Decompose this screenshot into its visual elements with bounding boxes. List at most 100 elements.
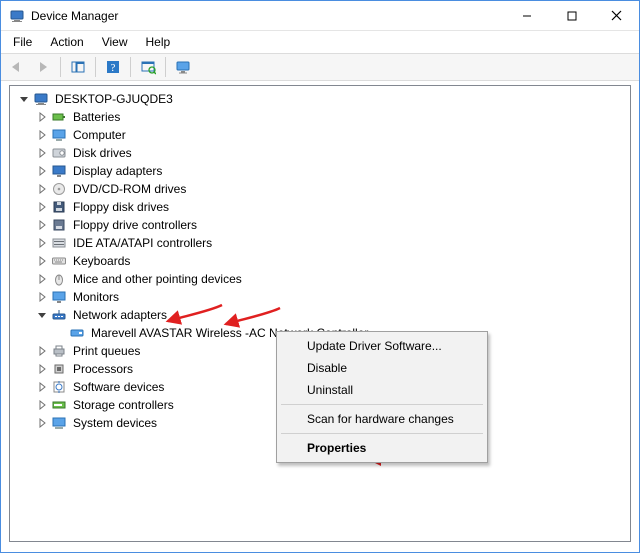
- tree-category-label: Print queues: [71, 342, 142, 360]
- expand-icon[interactable]: [34, 217, 50, 233]
- context-menu-separator: [281, 404, 483, 405]
- mouse-icon: [51, 271, 67, 287]
- tree-category[interactable]: Network adapters: [16, 306, 628, 324]
- software-icon: [51, 379, 67, 395]
- network-icon: [51, 307, 67, 323]
- context-menu-item[interactable]: Update Driver Software...: [279, 335, 485, 357]
- expand-icon[interactable]: [34, 397, 50, 413]
- tree-category[interactable]: Monitors: [16, 288, 628, 306]
- storage-icon: [51, 397, 67, 413]
- tree-category[interactable]: Display adapters: [16, 162, 628, 180]
- collapse-icon[interactable]: [34, 307, 50, 323]
- tree-category-label: Monitors: [71, 288, 121, 306]
- device-manager-window: Device Manager File Action View Help: [0, 0, 640, 553]
- context-menu-item[interactable]: Uninstall: [279, 379, 485, 401]
- computer-icon: [33, 91, 49, 107]
- titlebar: Device Manager: [1, 1, 639, 31]
- tree-category-label: Floppy disk drives: [71, 198, 171, 216]
- context-menu-item[interactable]: Disable: [279, 357, 485, 379]
- tree-category-label: Software devices: [71, 378, 166, 396]
- tree-category-label: Batteries: [71, 108, 122, 126]
- expand-icon[interactable]: [34, 289, 50, 305]
- expand-icon[interactable]: [34, 271, 50, 287]
- expand-icon[interactable]: [34, 109, 50, 125]
- tree-root-label: DESKTOP-GJUQDE3: [53, 90, 175, 108]
- battery-icon: [51, 109, 67, 125]
- tree-category-label: Computer: [71, 126, 128, 144]
- tree-category[interactable]: Batteries: [16, 108, 628, 126]
- expand-icon[interactable]: [34, 199, 50, 215]
- tree-category[interactable]: Floppy disk drives: [16, 198, 628, 216]
- show-hide-tree-button[interactable]: [66, 56, 90, 78]
- tree-category-label: DVD/CD-ROM drives: [71, 180, 188, 198]
- menu-help[interactable]: Help: [138, 33, 179, 51]
- menu-action[interactable]: Action: [42, 33, 91, 51]
- close-button[interactable]: [594, 1, 639, 30]
- monitor-button[interactable]: [171, 56, 195, 78]
- printer-icon: [51, 343, 67, 359]
- menubar: File Action View Help: [1, 31, 639, 53]
- expand-icon[interactable]: [34, 361, 50, 377]
- tree-category-label: Processors: [71, 360, 135, 378]
- tree-category-label: Disk drives: [71, 144, 134, 162]
- tree-panel: DESKTOP-GJUQDE3BatteriesComputerDisk dri…: [9, 85, 631, 542]
- ide-icon: [51, 235, 67, 251]
- svg-text:?: ?: [111, 62, 116, 74]
- help-button[interactable]: ?: [101, 56, 125, 78]
- dvd-icon: [51, 181, 67, 197]
- expand-icon[interactable]: [34, 235, 50, 251]
- maximize-button[interactable]: [549, 1, 594, 30]
- tree-category-label: Display adapters: [71, 162, 164, 180]
- display-icon: [51, 163, 67, 179]
- tree-category[interactable]: Disk drives: [16, 144, 628, 162]
- minimize-button[interactable]: [504, 1, 549, 30]
- back-button[interactable]: [5, 56, 29, 78]
- floppyctrl-icon: [51, 217, 67, 233]
- tree-category[interactable]: IDE ATA/ATAPI controllers: [16, 234, 628, 252]
- expand-icon[interactable]: [34, 253, 50, 269]
- cpu-icon: [51, 361, 67, 377]
- toolbar-separator: [130, 57, 131, 77]
- context-menu-item[interactable]: Scan for hardware changes: [279, 408, 485, 430]
- expand-icon[interactable]: [34, 181, 50, 197]
- tree-category-label: Mice and other pointing devices: [71, 270, 244, 288]
- tree-category[interactable]: Computer: [16, 126, 628, 144]
- app-icon: [9, 8, 25, 24]
- context-menu-separator: [281, 433, 483, 434]
- keyboard-icon: [51, 253, 67, 269]
- toolbar-separator: [95, 57, 96, 77]
- tree-root[interactable]: DESKTOP-GJUQDE3: [16, 90, 628, 108]
- expand-icon[interactable]: [34, 127, 50, 143]
- menu-view[interactable]: View: [94, 33, 136, 51]
- expand-icon[interactable]: [34, 379, 50, 395]
- tree-category[interactable]: DVD/CD-ROM drives: [16, 180, 628, 198]
- toolbar: ?: [1, 53, 639, 81]
- window-title: Device Manager: [31, 9, 118, 23]
- toolbar-separator: [165, 57, 166, 77]
- expand-icon[interactable]: [34, 415, 50, 431]
- expand-icon[interactable]: [34, 145, 50, 161]
- tree-category[interactable]: Keyboards: [16, 252, 628, 270]
- tree-category-label: Storage controllers: [71, 396, 176, 414]
- toolbar-separator: [60, 57, 61, 77]
- scan-hardware-button[interactable]: [136, 56, 160, 78]
- tree-category-label: Network adapters: [71, 306, 169, 324]
- tree-category-label: IDE ATA/ATAPI controllers: [71, 234, 214, 252]
- context-menu-item[interactable]: Properties: [279, 437, 485, 459]
- computer-icon: [51, 127, 67, 143]
- monitor-icon: [51, 289, 67, 305]
- tree-category[interactable]: Mice and other pointing devices: [16, 270, 628, 288]
- disk-icon: [51, 145, 67, 161]
- floppy-icon: [51, 199, 67, 215]
- collapse-icon[interactable]: [16, 91, 32, 107]
- tree-category[interactable]: Floppy drive controllers: [16, 216, 628, 234]
- expand-icon[interactable]: [34, 343, 50, 359]
- system-icon: [51, 415, 67, 431]
- tree-category-label: Keyboards: [71, 252, 132, 270]
- forward-button[interactable]: [31, 56, 55, 78]
- netcard-icon: [69, 325, 85, 341]
- tree-category-label: Floppy drive controllers: [71, 216, 199, 234]
- menu-file[interactable]: File: [5, 33, 40, 51]
- tree-category-label: System devices: [71, 414, 159, 432]
- expand-icon[interactable]: [34, 163, 50, 179]
